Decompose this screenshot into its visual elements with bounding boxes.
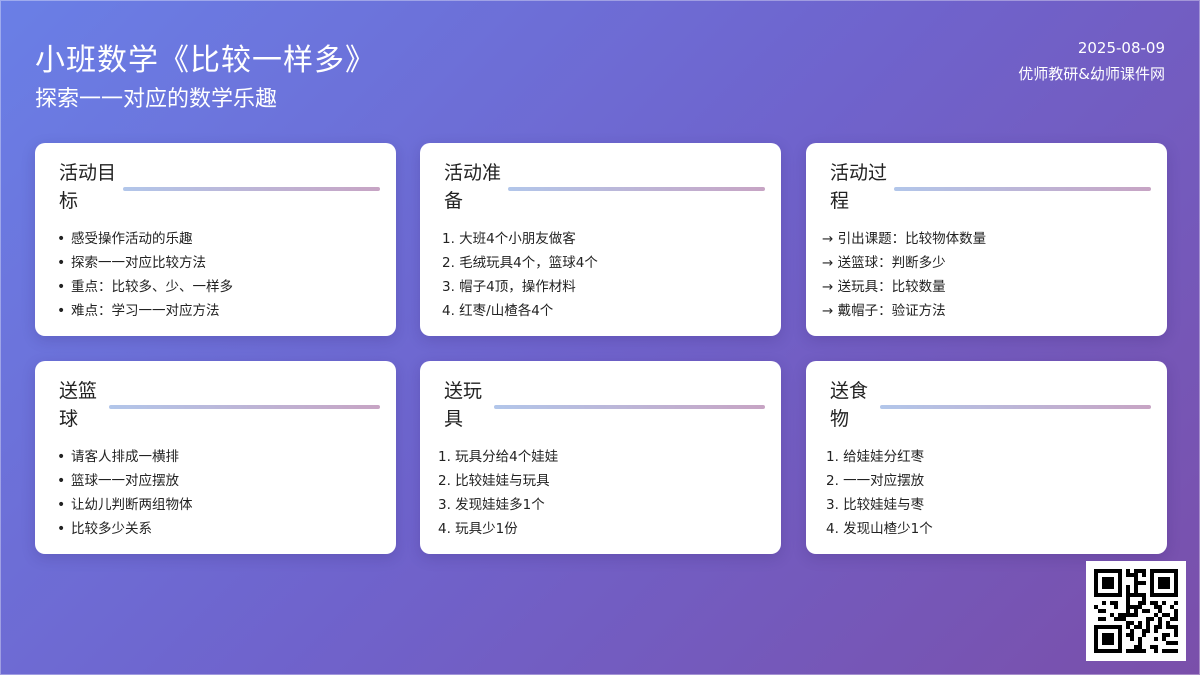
card-activity-goals: 活动目标 感受操作活动的乐趣 探索一一对应比较方法 重点：比较多、少、一样多 难… [35, 143, 396, 336]
card-header: 活动过程 [830, 159, 1151, 215]
card-list: 1. 玩具分给4个娃娃 2. 比较娃娃与玩具 3. 发现娃娃多1个 4. 玩具少… [438, 445, 767, 541]
list-item: 4. 玩具少1份 [438, 521, 518, 537]
card-list: 感受操作活动的乐趣 探索一一对应比较方法 重点：比较多、少、一样多 难点：学习一… [57, 227, 382, 323]
list-item: 2. 毛绒玩具4个，篮球4个 [442, 255, 598, 271]
list-item: 重点：比较多、少、一样多 [57, 275, 382, 299]
list-item: 1. 给娃娃分红枣 [826, 449, 925, 465]
card-title: 活动准备 [444, 162, 502, 212]
list-item: 让幼儿判断两组物体 [57, 493, 382, 517]
card-title: 送食物 [830, 380, 869, 430]
list-item: 2. 比较娃娃与玩具 [438, 473, 550, 489]
card-give-food: 送食物 1. 给娃娃分红枣 2. 一一对应摆放 3. 比较娃娃与枣 4. 发现山… [806, 361, 1167, 554]
card-header: 活动准备 [444, 159, 765, 215]
list-item: → 戴帽子：验证方法 [822, 303, 946, 319]
list-item: 探索一一对应比较方法 [57, 251, 382, 275]
card-header: 活动目标 [59, 159, 380, 215]
list-item: 3. 帽子4顶，操作材料 [442, 279, 576, 295]
card-give-toys: 送玩具 1. 玩具分给4个娃娃 2. 比较娃娃与玩具 3. 发现娃娃多1个 4.… [420, 361, 781, 554]
list-item: 4. 发现山楂少1个 [826, 521, 933, 537]
list-item: 1. 玩具分给4个娃娃 [438, 449, 559, 465]
list-item: 3. 发现娃娃多1个 [438, 497, 545, 513]
card-activity-process: 活动过程 → 引出课题：比较物体数量 → 送篮球：判断多少 → 送玩具：比较数量… [806, 143, 1167, 336]
card-give-basketball: 送篮球 请客人排成一横排 篮球一一对应摆放 让幼儿判断两组物体 比较多少关系 [35, 361, 396, 554]
date-label: 2025-08-09 [1077, 39, 1165, 57]
card-list: 1. 大班4个小朋友做客 2. 毛绒玩具4个，篮球4个 3. 帽子4顶，操作材料… [442, 227, 767, 323]
card-title: 送篮球 [59, 380, 98, 430]
slide-frame: 小班数学《比较一样多》 探索一一对应的数学乐趣 2025-08-09 优师教研&… [0, 0, 1200, 675]
card-header: 送玩具 [444, 377, 765, 433]
card-list: 请客人排成一横排 篮球一一对应摆放 让幼儿判断两组物体 比较多少关系 [57, 445, 382, 541]
page-subtitle: 探索一一对应的数学乐趣 [35, 87, 278, 112]
card-divider [508, 187, 765, 191]
card-title: 活动目标 [59, 162, 117, 212]
card-title: 活动过程 [830, 162, 888, 212]
list-item: 难点：学习一一对应方法 [57, 299, 382, 323]
card-divider [109, 405, 380, 409]
card-title: 送玩具 [444, 380, 483, 430]
source-label: 优师教研&幼师课件网 [1018, 65, 1165, 83]
list-item: → 送玩具：比较数量 [822, 279, 946, 295]
list-item: 1. 大班4个小朋友做客 [442, 231, 576, 247]
list-item: → 送篮球：判断多少 [822, 255, 946, 271]
list-item: 比较多少关系 [57, 517, 382, 541]
card-header: 送篮球 [59, 377, 380, 433]
card-list: 1. 给娃娃分红枣 2. 一一对应摆放 3. 比较娃娃与枣 4. 发现山楂少1个 [826, 445, 1153, 541]
qr-code-icon [1086, 561, 1186, 661]
card-header: 送食物 [830, 377, 1151, 433]
list-item: 4. 红枣/山楂各4个 [442, 303, 554, 319]
card-divider [123, 187, 380, 191]
card-divider [494, 405, 765, 409]
card-divider [880, 405, 1151, 409]
list-item: 篮球一一对应摆放 [57, 469, 382, 493]
list-item: 请客人排成一横排 [57, 445, 382, 469]
card-divider [894, 187, 1151, 191]
list-item: → 引出课题：比较物体数量 [822, 231, 987, 247]
card-list: → 引出课题：比较物体数量 → 送篮球：判断多少 → 送玩具：比较数量 → 戴帽… [822, 227, 1153, 323]
page-title: 小班数学《比较一样多》 [35, 43, 376, 78]
list-item: 感受操作活动的乐趣 [57, 227, 382, 251]
list-item: 2. 一一对应摆放 [826, 473, 925, 489]
card-activity-preparation: 活动准备 1. 大班4个小朋友做客 2. 毛绒玩具4个，篮球4个 3. 帽子4顶… [420, 143, 781, 336]
list-item: 3. 比较娃娃与枣 [826, 497, 925, 513]
